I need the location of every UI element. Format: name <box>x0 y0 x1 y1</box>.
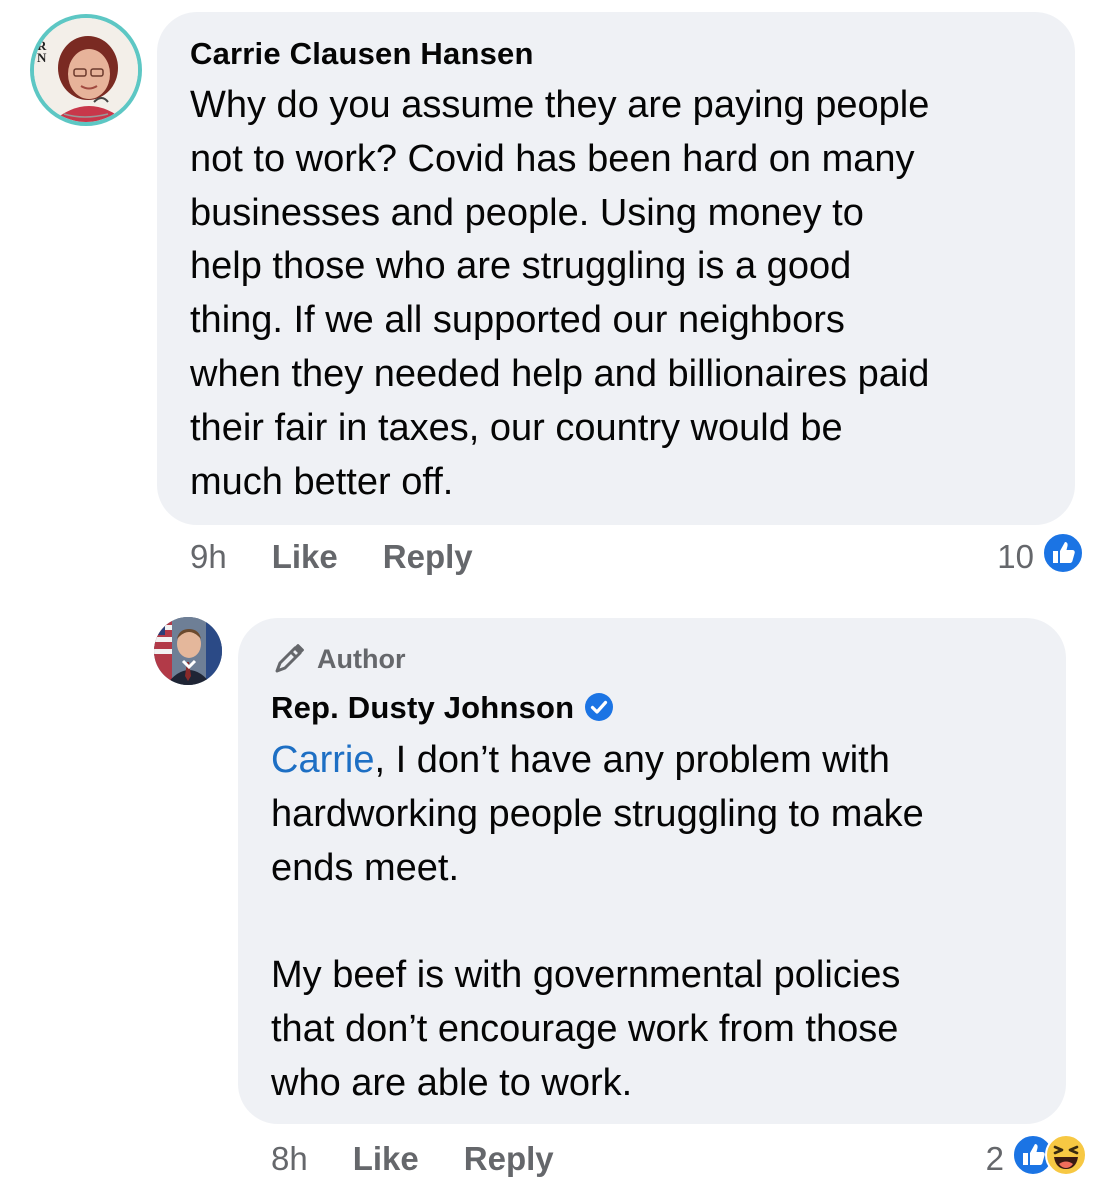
pen-icon <box>275 644 304 673</box>
like-button[interactable]: Like <box>272 538 338 576</box>
reply-button[interactable]: Reply <box>464 1140 554 1178</box>
author-badge: Author <box>271 640 405 678</box>
comment-text: Carrie, I don’t have any problem with ha… <box>271 734 1071 1111</box>
reply-button[interactable]: Reply <box>383 538 473 576</box>
like-button[interactable]: Like <box>353 1140 419 1178</box>
avatar[interactable] <box>154 617 222 685</box>
profile-photo <box>154 617 222 685</box>
comment-body: , I don’t have any problem with hardwork… <box>271 739 924 1104</box>
comment-text: Why do you assume they are paying people… <box>190 84 930 503</box>
comment-actions: 8h Like Reply <box>271 1134 599 1184</box>
like-icon <box>1042 532 1084 582</box>
comment-author-name[interactable]: Rep. Dusty Johnson <box>271 690 614 730</box>
comment-timestamp[interactable]: 9h <box>190 538 227 576</box>
author-badge-label: Author <box>317 643 406 674</box>
haha-icon <box>1044 1133 1088 1185</box>
reaction-count: 10 <box>997 538 1034 575</box>
comment-timestamp[interactable]: 8h <box>271 1140 308 1178</box>
reaction-summary[interactable]: 2 <box>986 1134 1088 1184</box>
mention-link[interactable]: Carrie <box>271 739 374 781</box>
svg-text:N: N <box>37 50 47 65</box>
comment-bubble: Author Rep. Dusty Johnson Carrie, I don’… <box>238 618 1066 1124</box>
reaction-count: 2 <box>985 1140 1004 1177</box>
comment-author-name[interactable]: Carrie Clausen Hansen <box>190 36 534 72</box>
comment-author-label: Rep. Dusty Johnson <box>271 690 575 725</box>
profile-photo: R N <box>34 18 138 122</box>
comment-bubble: Carrie Clausen Hansen Why do you assume … <box>157 12 1075 525</box>
avatar[interactable]: R N <box>30 14 142 126</box>
reaction-summary[interactable]: 10 <box>997 532 1084 582</box>
comment-actions: 9h Like Reply <box>190 532 518 582</box>
verified-badge-icon <box>584 692 614 730</box>
